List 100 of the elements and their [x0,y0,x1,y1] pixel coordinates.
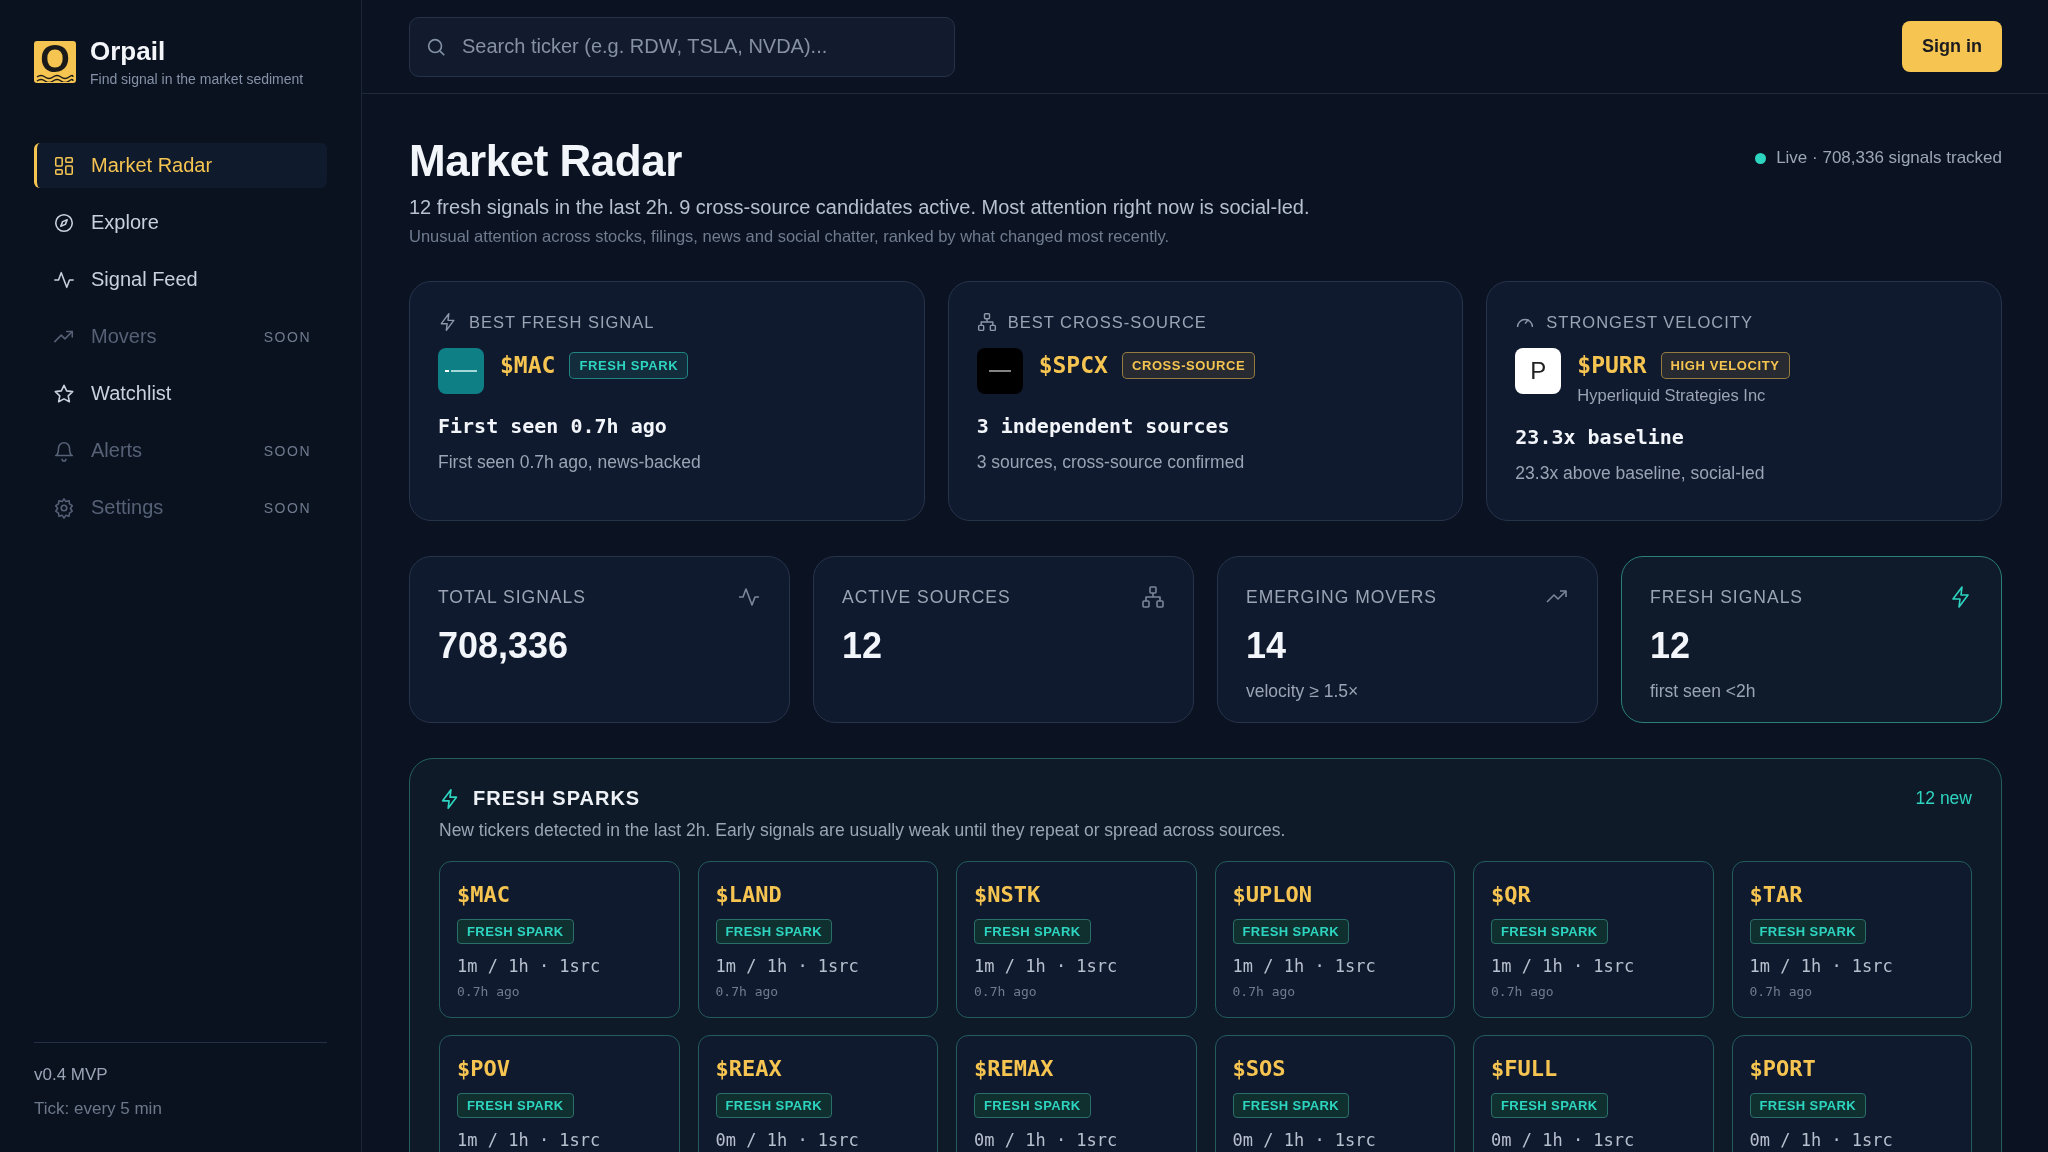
sign-in-button[interactable]: Sign in [1902,21,2002,72]
spark-card[interactable]: $REAX FRESH SPARK 0m / 1h · 1src [697,1035,938,1152]
stat-label: TOTAL SIGNALS [438,586,586,608]
logo: O [34,40,76,83]
star-icon [53,382,75,405]
spark-stats: 0m / 1h · 1src [974,1130,1119,1150]
nav-item[interactable]: Market Radar [34,143,327,188]
company-name: Hyperliquid Strategies Inc [1577,386,1767,405]
spark-age: 0.7h ago [1232,984,1297,999]
ticker: $TAR [1749,882,1804,907]
section-description: New tickers detected in the last 2h. Early signals are usually weak until they repeat or spread across sources. [439,820,1287,841]
signal-tag: CROSS-SOURCE [1121,351,1256,379]
soon-label: SOON [263,328,311,345]
ticker: $SOS [1232,1056,1287,1081]
highlight-card[interactable]: BEST CROSS-SOURCE $SPCX CROSS-SOURCE 3 independent sources 3 sources, cross-source confirmed [947,281,1464,521]
nav-item[interactable]: Watchlist [34,371,327,416]
spark-stats: 1m / 1h · 1src [715,956,860,976]
new-count: 12 new [1915,788,1972,809]
spark-stats: 0m / 1h · 1src [1232,1130,1377,1150]
stat-note: velocity ≥ 1.5× [1246,681,1360,702]
stat-value: 708,336 [438,625,570,667]
pulse-icon [737,585,761,609]
grid-icon [53,154,75,177]
fresh-spark-tag: FRESH SPARK [1491,1093,1608,1118]
signal-tag: HIGH VELOCITY [1660,351,1790,379]
stat-label: FRESH SIGNALS [1650,586,1804,608]
spark-age: 0.7h ago [1491,984,1555,999]
spark-age: 0.7h ago [1749,984,1814,999]
spark-card[interactable]: $LAND FRESH SPARK 1m / 1h · 1src 0.7h ago [697,861,938,1018]
spark-card[interactable]: $PORT FRESH SPARK 0m / 1h · 1src [1731,1035,1972,1152]
spark-stats: 1m / 1h · 1src [974,956,1119,976]
ticker: $LAND [715,882,783,907]
company-avatar: P [1515,348,1562,394]
stat-label: EMERGING MOVERS [1246,586,1437,608]
ticker: $UPLON [1232,882,1313,907]
live-status: Live · 708,336 signals tracked [1776,148,2002,168]
stat-value: 12 [842,625,884,667]
live-dot [1755,152,1767,164]
spark-card[interactable]: $TAR FRESH SPARK 1m / 1h · 1src 0.7h ago [1731,861,1972,1018]
fresh-spark-tag: FRESH SPARK [974,919,1091,944]
highlight-detail: 23.3x above baseline, social-led [1515,463,1766,484]
spark-stats: 0m / 1h · 1src [715,1130,860,1150]
spark-stats: 1m / 1h · 1src [1232,956,1377,976]
fresh-spark-tag: FRESH SPARK [974,1093,1091,1118]
company-logo [976,348,1023,394]
highlight-card[interactable]: STRONGEST VELOCITY P $PURR HIGH VELOCITY Hyperliquid Strategies Inc 23.3x baseline 23.3x above baseline, social-led [1486,281,2002,521]
spark-age: 0.7h ago [457,984,521,999]
soon-label: SOON [263,499,311,516]
ticker: $REAX [715,1056,783,1081]
ticker: $MAC [457,882,511,907]
stat-note: first seen <2h [1650,681,1757,702]
ticker: $SPCX [1038,352,1108,378]
ticker: $PORT [1749,1056,1817,1081]
fresh-spark-tag: FRESH SPARK [1491,919,1608,944]
spark-card[interactable]: $POV FRESH SPARK 1m / 1h · 1src [439,1035,680,1152]
spark-card[interactable]: $NSTK FRESH SPARK 1m / 1h · 1src 0.7h ago [956,861,1197,1018]
spark-stats: 1m / 1h · 1src [457,1130,602,1150]
stat-value: 12 [1650,625,1692,667]
fresh-spark-tag: FRESH SPARK [715,919,833,944]
nav-item[interactable]: Explore [34,200,327,245]
fresh-spark-tag: FRESH SPARK [457,1093,574,1118]
compass-icon [53,211,75,234]
tick-text: Tick: every 5 min [34,1099,163,1119]
card-label: BEST CROSS-SOURCE [1007,312,1207,332]
page-title: Market Radar [409,136,683,186]
highlight-headline: 23.3x baseline [1515,425,1685,449]
spark-card[interactable]: $UPLON FRESH SPARK 1m / 1h · 1src 0.7h ago [1214,861,1455,1018]
ticker: $POV [457,1056,511,1081]
spark-card[interactable]: $QR FRESH SPARK 1m / 1h · 1src 0.7h ago [1473,861,1714,1018]
fresh-spark-tag: FRESH SPARK [715,1093,833,1118]
fresh-spark-tag: FRESH SPARK [1749,919,1867,944]
settings-icon [53,496,75,519]
spark-age: 0.7h ago [715,984,780,999]
stat-value: 14 [1246,625,1288,667]
highlight-headline: 3 independent sources [976,414,1231,438]
fresh-spark-tag: FRESH SPARK [1232,1093,1350,1118]
highlight-detail: First seen 0.7h ago, news-backed [438,452,702,473]
summary-text: 12 fresh signals in the last 2h. 9 cross-source candidates active. Most attention right now is social-led. [409,196,1310,219]
network-icon [1141,585,1165,609]
tagline: Find signal in the market sediment [90,71,304,87]
spark-age: 0.7h ago [974,984,1038,999]
stat-label: ACTIVE SOURCES [842,586,1011,608]
highlight-card[interactable]: BEST FRESH SIGNAL $MAC FRESH SPARK First seen 0.7h ago First seen 0.7h ago, news-backed [409,281,925,521]
search-field[interactable]: Search ticker (e.g. RDW, TSLA, NVDA)... [409,16,955,77]
card-label: BEST FRESH SIGNAL [469,312,655,332]
card-label: STRONGEST VELOCITY [1546,312,1753,332]
spark-card[interactable]: $FULL FRESH SPARK 0m / 1h · 1src [1473,1035,1714,1152]
ticker: $MAC [500,352,556,378]
fresh-spark-tag: FRESH SPARK [457,919,574,944]
spark-card[interactable]: $REMAX FRESH SPARK 0m / 1h · 1src [956,1035,1197,1152]
nav-item[interactable]: Signal Feed [34,257,327,302]
company-logo [438,348,484,394]
spark-card[interactable]: $MAC FRESH SPARK 1m / 1h · 1src 0.7h ago [439,861,680,1018]
spark-card[interactable]: $SOS FRESH SPARK 0m / 1h · 1src [1214,1035,1455,1152]
soon-label: SOON [263,442,311,459]
bell-icon [53,439,75,462]
brand-name: Orpail [90,36,167,67]
ticker: $PURR [1577,352,1647,378]
version-text: v0.4 MVP [34,1065,109,1085]
highlight-detail: 3 sources, cross-source confirmed [976,452,1246,473]
